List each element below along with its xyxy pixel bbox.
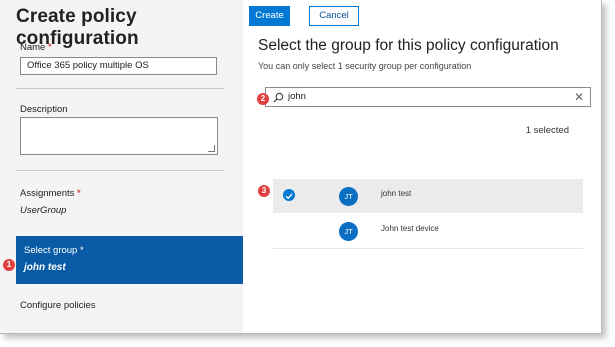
- resize-grip-icon[interactable]: [208, 145, 215, 152]
- name-label: Name *: [20, 42, 52, 53]
- select-group-label-text: Select group: [24, 245, 78, 256]
- select-group-step[interactable]: Select group * john test: [16, 236, 243, 284]
- group-name: John test device: [381, 224, 439, 233]
- name-label-text: Name: [20, 42, 46, 53]
- required-mark: *: [79, 245, 84, 256]
- policy-config-window: Create policy configuration Name * Offic…: [0, 0, 602, 334]
- required-mark: *: [47, 42, 52, 53]
- callout-badge: 2: [257, 93, 269, 105]
- close-icon[interactable]: ✕: [574, 90, 584, 104]
- select-group-value: john test: [24, 262, 66, 273]
- avatar: JT: [339, 187, 358, 206]
- assignments-value: UserGroup: [20, 205, 67, 216]
- divider: [16, 170, 224, 171]
- create-button[interactable]: Create: [249, 6, 290, 26]
- selected-count: 1 selected: [525, 125, 569, 136]
- callout-badge: 1: [3, 259, 15, 271]
- divider: [16, 88, 224, 89]
- configure-policies-step[interactable]: Configure policies: [20, 300, 96, 311]
- required-mark: *: [77, 188, 81, 199]
- left-pane: Create policy configuration Name * Offic…: [0, 0, 243, 333]
- description-field[interactable]: [20, 117, 218, 155]
- group-search-input[interactable]: john ✕: [265, 87, 591, 107]
- list-item[interactable]: JT John test device: [273, 214, 583, 249]
- assignments-label[interactable]: Assignments *: [20, 188, 81, 199]
- description-label: Description: [20, 104, 68, 115]
- callout-badge: 3: [258, 185, 270, 197]
- list-item[interactable]: JT john test: [273, 179, 583, 213]
- cancel-button[interactable]: Cancel: [309, 6, 359, 26]
- group-name: john test: [381, 189, 412, 198]
- search-query: john: [288, 91, 306, 102]
- select-group-label: Select group *: [24, 245, 84, 256]
- assignments-label-text: Assignments: [20, 188, 75, 199]
- name-field[interactable]: Office 365 policy multiple OS: [20, 57, 217, 75]
- checkmark-icon[interactable]: [283, 189, 295, 201]
- avatar: JT: [339, 222, 358, 241]
- panel-subtext: You can only select 1 security group per…: [258, 61, 472, 71]
- search-icon: [273, 92, 284, 103]
- right-pane: Create Cancel Select the group for this …: [243, 0, 601, 333]
- panel-heading: Select the group for this policy configu…: [258, 37, 559, 54]
